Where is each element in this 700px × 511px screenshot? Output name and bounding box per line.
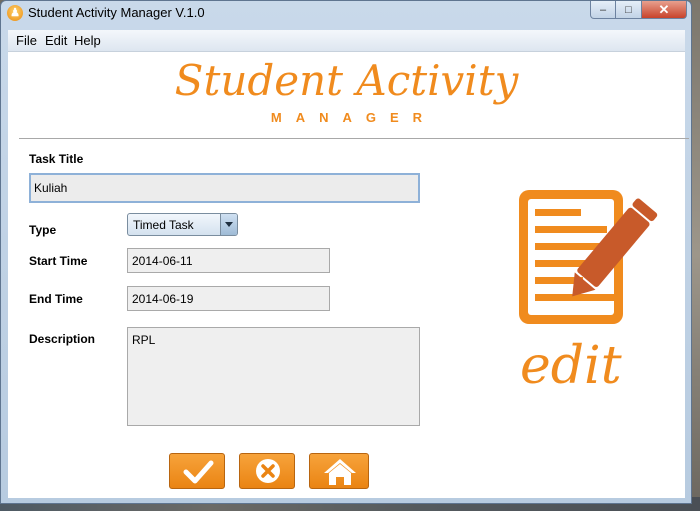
title-bar[interactable]: ♟ Student Activity Manager V.1.0 – □ ✕ (1, 1, 691, 29)
type-dropdown-value: Timed Task (133, 218, 194, 232)
edit-caption: edit (520, 336, 622, 396)
app-logo-icon: ♟ (7, 5, 23, 21)
type-dropdown[interactable]: Timed Task (127, 213, 238, 236)
maximize-button[interactable]: □ (616, 1, 642, 19)
cancel-button[interactable] (239, 453, 295, 489)
end-time-input[interactable] (127, 286, 330, 311)
main-panel: Student Activity MANAGER Task Title Type… (8, 52, 689, 498)
home-button[interactable] (309, 453, 369, 489)
close-button[interactable]: ✕ (642, 1, 687, 19)
header-divider (19, 138, 689, 139)
x-circle-icon (256, 459, 280, 483)
start-time-input[interactable] (127, 248, 330, 273)
app-logo: Student Activity MANAGER (8, 52, 685, 132)
confirm-button[interactable] (169, 453, 225, 489)
menu-help[interactable]: Help (74, 33, 101, 48)
menu-edit[interactable]: Edit (45, 33, 67, 48)
window-title: Student Activity Manager V.1.0 (28, 5, 205, 20)
description-label: Description (29, 332, 96, 346)
type-label: Type (29, 223, 57, 237)
logo-subtitle: MANAGER (270, 110, 437, 125)
start-time-label: Start Time (29, 254, 88, 268)
task-title-label: Task Title (29, 152, 84, 166)
checkmark-icon (183, 460, 214, 484)
description-textarea[interactable]: RPL (127, 327, 420, 426)
window-controls: – □ ✕ (590, 1, 687, 20)
end-time-label: End Time (29, 292, 83, 306)
menu-file[interactable]: File (16, 33, 37, 48)
home-icon (324, 459, 356, 485)
app-window: ♟ Student Activity Manager V.1.0 – □ ✕ F… (0, 0, 692, 504)
chevron-down-icon[interactable] (220, 214, 237, 235)
task-title-input[interactable] (29, 173, 420, 203)
logo-title: Student Activity (174, 56, 519, 105)
minimize-button[interactable]: – (590, 1, 616, 19)
menu-bar: File Edit Help (8, 30, 685, 52)
